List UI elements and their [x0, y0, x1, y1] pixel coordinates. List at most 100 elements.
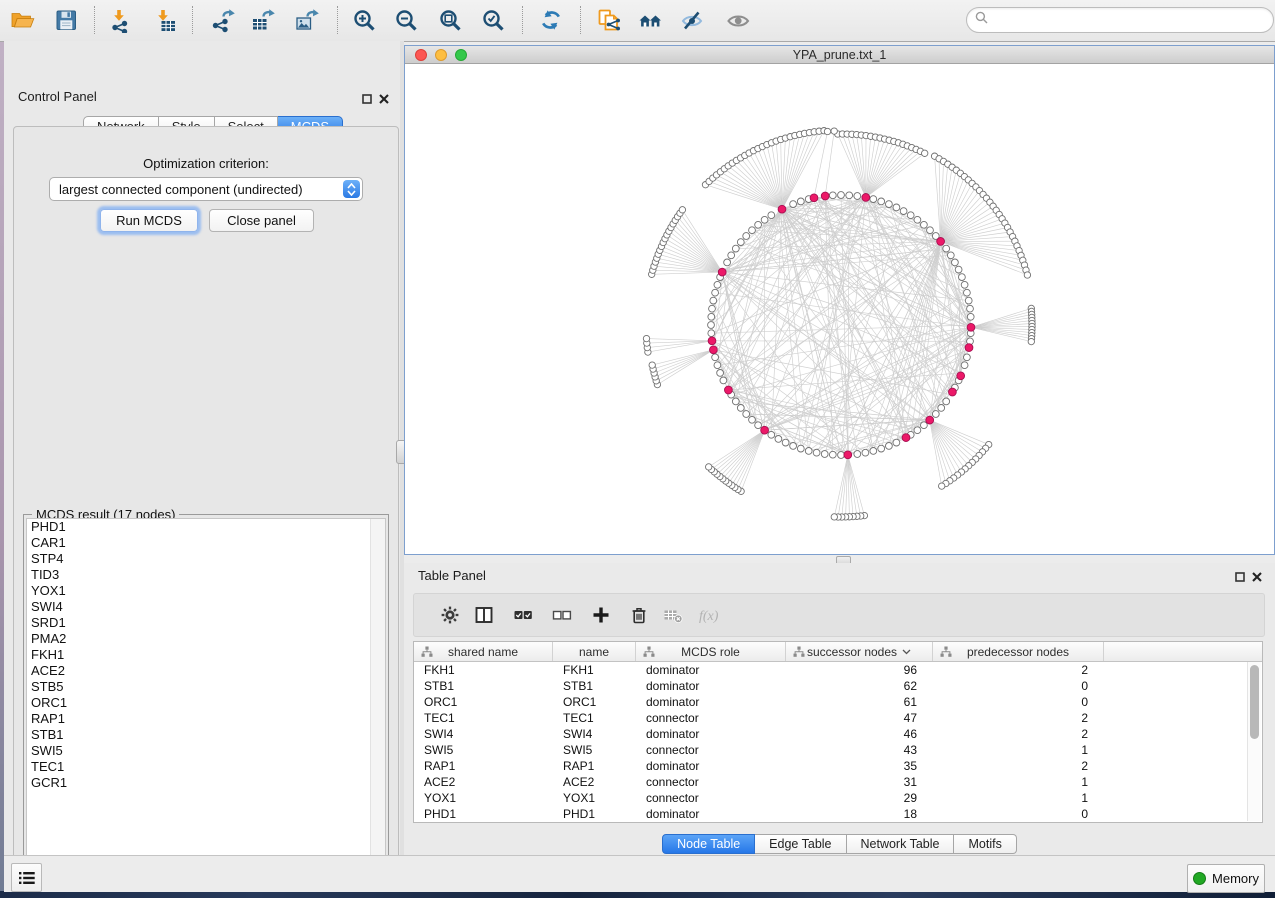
delete-column-button[interactable] [627, 603, 651, 627]
table-row[interactable]: SWI4SWI4dominator462 [414, 726, 1262, 742]
network-overview-button[interactable] [633, 3, 667, 37]
zoom-selected-button[interactable] [476, 3, 510, 37]
column-header-successor-nodes[interactable]: successor nodes [786, 642, 933, 661]
mcds-result-item[interactable]: CAR1 [27, 535, 385, 551]
save-session-button[interactable] [49, 3, 83, 37]
run-mcds-button[interactable]: Run MCDS [100, 209, 198, 232]
table-cell: 61 [786, 695, 933, 709]
mcds-result-item[interactable]: ACE2 [27, 663, 385, 679]
network-graph-canvas[interactable] [405, 64, 1274, 554]
mcds-result-item[interactable]: TEC1 [27, 759, 385, 775]
graph-ring-nodes[interactable] [643, 128, 1035, 521]
refresh-button[interactable] [534, 3, 568, 37]
mcds-result-item[interactable]: STP4 [27, 551, 385, 567]
mcds-result-item[interactable]: ORC1 [27, 695, 385, 711]
column-header-shared-name[interactable]: shared name [414, 642, 553, 661]
criterion-dropdown[interactable]: largest connected component (undirected) [49, 177, 363, 201]
zoom-in-button[interactable] [347, 3, 381, 37]
export-table-button[interactable] [245, 3, 279, 37]
table-row[interactable]: PHD1PHD1dominator180 [414, 806, 1262, 822]
mcds-result-item[interactable]: RAP1 [27, 711, 385, 727]
table-toolbar: f(x) [413, 593, 1265, 637]
float-window-icon[interactable] [1235, 569, 1245, 587]
column-label: name [579, 645, 609, 659]
table-scrollbar-thumb[interactable] [1250, 665, 1259, 739]
split-panel-button[interactable] [472, 603, 496, 627]
import-network-icon [109, 8, 134, 33]
mcds-list-scrollbar[interactable] [370, 519, 385, 876]
mcds-result-item[interactable]: FKH1 [27, 647, 385, 663]
tab-network-table[interactable]: Network Table [847, 834, 955, 854]
open-file-button[interactable] [5, 3, 39, 37]
import-network-button[interactable] [104, 3, 138, 37]
open-file-icon [10, 8, 35, 33]
table-row[interactable]: SWI5SWI5connector431 [414, 742, 1262, 758]
table-cell: FKH1 [553, 663, 636, 677]
table-scrollbar[interactable] [1247, 662, 1261, 821]
table-cell: 0 [933, 679, 1104, 693]
column-header-name[interactable]: name [553, 642, 636, 661]
zoom-in-icon [352, 8, 377, 33]
close-panel-icon[interactable] [379, 91, 389, 109]
table-cell: SWI5 [553, 743, 636, 757]
export-network-button[interactable] [205, 3, 239, 37]
add-column-button[interactable] [589, 603, 613, 627]
mcds-result-list[interactable]: PHD1CAR1STP4TID3YOX1SWI4SRD1PMA2FKH1ACE2… [26, 518, 386, 877]
table-row[interactable]: ACE2ACE2connector311 [414, 774, 1262, 790]
import-table-button[interactable] [148, 3, 182, 37]
memory-button[interactable]: Memory [1187, 864, 1265, 893]
table-cell: 0 [933, 695, 1104, 709]
table-row[interactable]: YOX1YOX1connector291 [414, 790, 1262, 806]
preview-eye-button[interactable] [721, 3, 755, 37]
gear-icon [440, 605, 460, 625]
search-input[interactable] [992, 10, 1273, 30]
zoom-fit-button[interactable] [433, 3, 467, 37]
export-table-icon [250, 8, 275, 33]
tab-motifs[interactable]: Motifs [954, 834, 1016, 854]
table-cell: 0 [933, 807, 1104, 821]
network-window-titlebar[interactable]: YPA_prune.txt_1 [405, 46, 1274, 64]
mcds-result-item[interactable]: STB1 [27, 727, 385, 743]
import-table-icon [153, 8, 178, 33]
column-header-predecessor-nodes[interactable]: predecessor nodes [933, 642, 1104, 661]
column-header-MCDS-role[interactable]: MCDS role [636, 642, 786, 661]
table-row[interactable]: RAP1RAP1dominator352 [414, 758, 1262, 774]
float-window-icon[interactable] [362, 91, 372, 109]
close-panel-button[interactable]: Close panel [209, 209, 314, 232]
dropdown-stepper-icon [343, 180, 360, 198]
table-cell: 43 [786, 743, 933, 757]
table-cell: SWI4 [414, 727, 553, 741]
tab-edge-table[interactable]: Edge Table [755, 834, 846, 854]
mcds-result-item[interactable]: YOX1 [27, 583, 385, 599]
table-cell: 1 [933, 775, 1104, 789]
table-cell: ACE2 [414, 775, 553, 789]
mcds-result-item[interactable]: PHD1 [27, 519, 385, 535]
delete-column-icon [629, 605, 649, 625]
zoom-out-button[interactable] [389, 3, 423, 37]
mcds-result-item[interactable]: TID3 [27, 567, 385, 583]
table-row[interactable]: FKH1FKH1dominator962 [414, 662, 1262, 678]
table-cell: 62 [786, 679, 933, 693]
table-cell: dominator [636, 727, 786, 741]
table-row[interactable]: STB1STB1dominator620 [414, 678, 1262, 694]
table-row[interactable]: ORC1ORC1dominator610 [414, 694, 1262, 710]
table-row[interactable]: TEC1TEC1connector472 [414, 710, 1262, 726]
gear-button[interactable] [438, 603, 462, 627]
clone-network-button[interactable] [591, 3, 625, 37]
deselect-all-button[interactable] [550, 603, 574, 627]
mcds-result-item[interactable]: GCR1 [27, 775, 385, 791]
mcds-result-item[interactable]: SRD1 [27, 615, 385, 631]
mcds-result-item[interactable]: SWI5 [27, 743, 385, 759]
mcds-result-item[interactable]: PMA2 [27, 631, 385, 647]
search-field[interactable] [966, 7, 1274, 33]
toggle-visibility-button[interactable] [675, 3, 709, 37]
export-network-icon [210, 8, 235, 33]
export-image-button[interactable] [289, 3, 323, 37]
select-all-button[interactable] [511, 603, 535, 627]
close-panel-icon[interactable] [1252, 569, 1262, 587]
mcds-result-item[interactable]: SWI4 [27, 599, 385, 615]
mcds-result-item[interactable]: STB5 [27, 679, 385, 695]
network-view-window: YPA_prune.txt_1 [404, 45, 1275, 555]
task-history-button[interactable] [11, 863, 42, 892]
tab-node-table[interactable]: Node Table [662, 834, 755, 854]
